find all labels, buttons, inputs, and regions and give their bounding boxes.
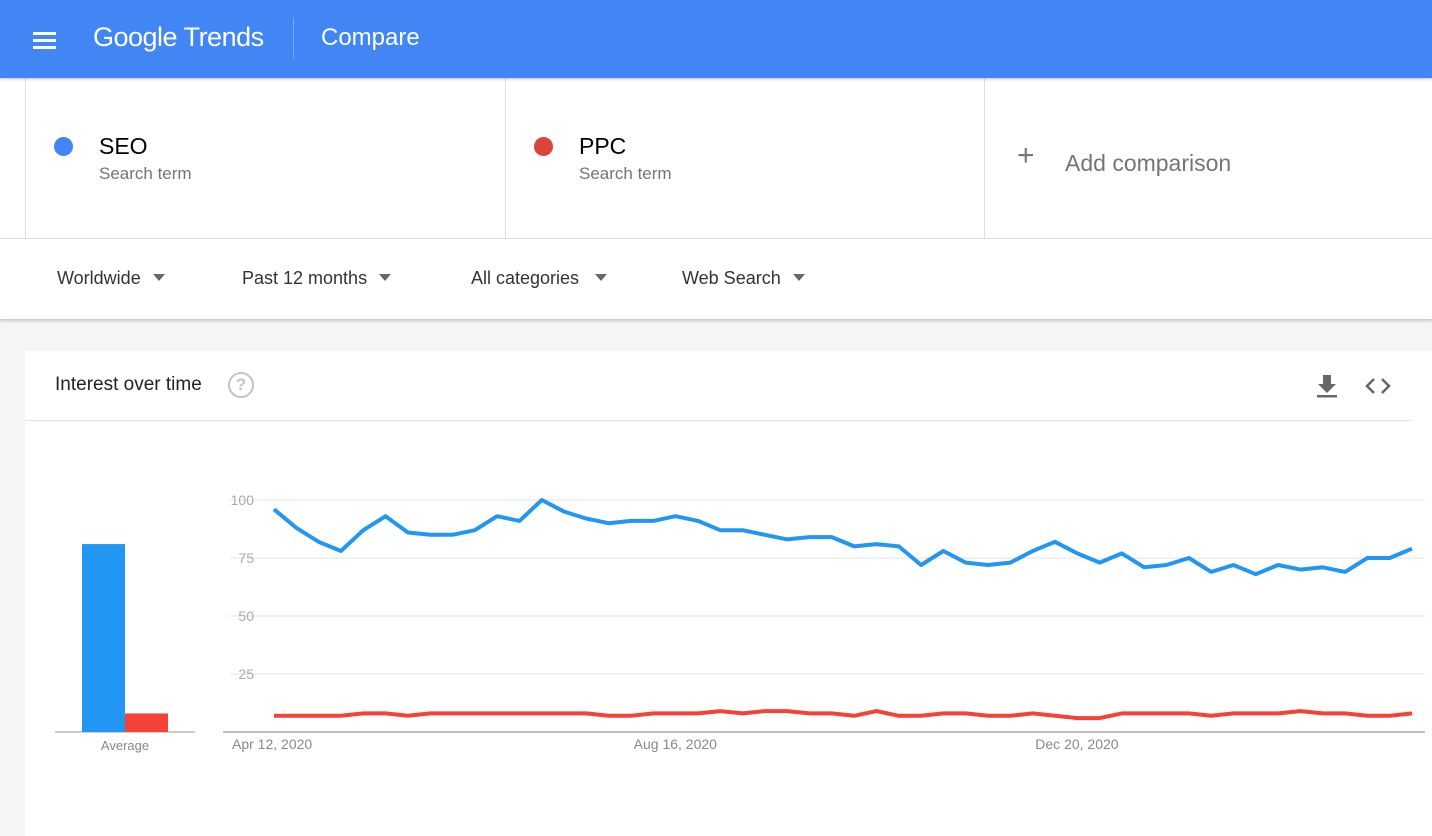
x-tick-label: Aug 16, 2020 — [634, 736, 718, 752]
interest-chart: 25 50 75 100 Apr 12, 2020 Aug 16, 2020 Dec 20,… — [55, 492, 1425, 753]
term-seo[interactable]: SEO Search term — [25, 78, 505, 238]
hamburger-menu-icon-line — [33, 46, 56, 49]
caret-down-icon — [379, 274, 392, 281]
y-tick-label: 100 — [231, 492, 255, 508]
term-type: Search term — [99, 164, 192, 183]
filter-time-range-dropdown[interactable]: Past 12 months — [242, 268, 392, 289]
y-tick-label: 50 — [238, 608, 254, 624]
series-line-ppc — [274, 709, 1413, 721]
interest-over-time-card: Interest over time ? 25 50 75 100 Apr 12, 20… — [25, 351, 1432, 836]
term-name: SEO — [99, 133, 148, 159]
term-type: Search term — [579, 164, 672, 183]
caret-down-icon — [792, 274, 805, 281]
term-name: PPC — [579, 133, 627, 159]
average-label: Average — [101, 738, 149, 753]
hamburger-menu-icon — [33, 32, 56, 35]
x-tick-label: Apr 12, 2020 — [232, 736, 312, 752]
y-tick-label: 25 — [238, 666, 254, 682]
filter-label: Web Search — [682, 268, 781, 288]
hamburger-menu-icon-line — [33, 39, 56, 42]
series-line-seo — [272, 498, 1413, 577]
filter-region-dropdown[interactable]: Worldwide — [57, 268, 165, 289]
filter-bar: Worldwide Past 12 months All categories … — [0, 239, 1432, 319]
add-comparison-button[interactable]: + Add comparison — [984, 78, 1432, 238]
filter-category-dropdown[interactable]: All categories — [471, 268, 608, 289]
average-bar-seo — [82, 544, 125, 732]
x-tick-label: Dec 20, 2020 — [1035, 736, 1118, 752]
add-comparison-label: Add comparison — [1065, 150, 1232, 176]
caret-down-icon — [595, 274, 608, 281]
series-color-dot-ppc — [534, 137, 553, 156]
comparison-terms: SEO Search term PPC Search term + Add co… — [0, 78, 1432, 239]
filter-search-type-dropdown[interactable]: Web Search — [682, 268, 805, 289]
caret-down-icon — [152, 274, 165, 281]
header-divider — [293, 18, 294, 58]
filter-label: All categories — [471, 268, 580, 288]
top-app-bar: Google Trends Compare — [0, 0, 1432, 78]
filter-label: Worldwide — [57, 268, 141, 288]
filter-label: Past 12 months — [242, 268, 368, 288]
y-tick-label: 75 — [238, 550, 254, 566]
average-bar-ppc — [125, 713, 168, 732]
google-trends-logo[interactable]: Google Trends — [93, 22, 264, 53]
page-title: Compare — [321, 24, 420, 51]
series-color-dot-seo — [54, 137, 73, 156]
plus-icon: + — [1017, 139, 1035, 172]
term-ppc[interactable]: PPC Search term — [505, 78, 984, 238]
menu-button[interactable] — [26, 24, 64, 56]
